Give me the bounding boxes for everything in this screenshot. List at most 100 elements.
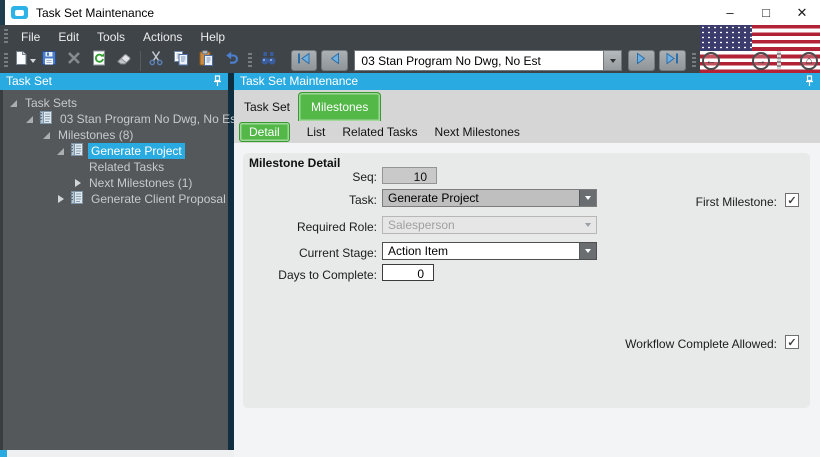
flag-canton (700, 25, 752, 51)
left-panel-title: Task Set (6, 74, 53, 88)
next-record-button[interactable] (628, 50, 655, 71)
right-panel-header: Task Set Maintenance (234, 73, 820, 90)
chevron-down-icon (585, 196, 591, 200)
flag-grip (777, 51, 781, 69)
app-icon (11, 6, 28, 19)
subtab-next-milestones[interactable]: Next Milestones (435, 125, 520, 139)
seq-field[interactable]: 10 (382, 167, 437, 184)
toolbar-grip-3[interactable] (691, 52, 696, 69)
home-button[interactable]: ⌂ (800, 52, 818, 70)
resize-corner-accent (0, 450, 7, 457)
tab-milestones[interactable]: Milestones (298, 92, 382, 121)
last-record-button[interactable] (658, 50, 686, 71)
days-to-complete-field[interactable]: 0 (382, 264, 434, 281)
first-milestone-checkbox[interactable] (785, 193, 799, 207)
record-selector-dropdown-button[interactable] (603, 51, 621, 70)
current-stage-label: Current Stage: (298, 246, 377, 260)
menu-edit[interactable]: Edit (49, 27, 88, 47)
tree-item-related-tasks[interactable]: Related Tasks (3, 159, 228, 175)
workflow-complete-allowed-checkbox[interactable] (785, 335, 799, 349)
menu-tools[interactable]: Tools (88, 27, 134, 47)
menu-bar: File Edit Tools Actions Help (0, 25, 700, 48)
maximize-button[interactable]: □ (748, 0, 784, 25)
required-role-value: Salesperson (388, 218, 455, 232)
left-panel-header: Task Set (0, 73, 228, 90)
record-selector-combobox[interactable]: 03 Stan Program No Dwg, No Est (354, 50, 622, 71)
expander-icon[interactable] (72, 179, 83, 187)
binoculars-icon (260, 50, 277, 71)
expander-icon[interactable] (8, 99, 19, 107)
menu-actions[interactable]: Actions (134, 27, 191, 47)
task-combobox[interactable]: Generate Project (382, 189, 597, 207)
minimize-button[interactable]: – (712, 0, 748, 25)
copy-button[interactable] (169, 50, 194, 72)
cut-button[interactable] (144, 50, 169, 72)
find-button[interactable] (256, 50, 281, 72)
record-selector-value: 03 Stan Program No Dwg, No Est (361, 53, 541, 68)
previous-record-button[interactable] (321, 50, 349, 71)
first-milestone-label: First Milestone: (695, 195, 777, 209)
undo-button[interactable] (219, 50, 244, 72)
copy-icon (173, 50, 189, 71)
required-role-dropdown-button (579, 217, 596, 233)
expander-icon[interactable] (55, 147, 66, 155)
menu-grip[interactable] (4, 28, 8, 45)
first-record-icon (296, 52, 311, 70)
window-bottom-strip (0, 450, 234, 457)
expander-icon[interactable] (55, 195, 66, 203)
app-window: Task Set Maintenance – □ ✕ File Edit Too… (0, 0, 820, 457)
subtab-related-tasks[interactable]: Related Tasks (342, 125, 417, 139)
tab-strip: Task Set Milestones Detail List Related … (234, 90, 820, 143)
tab-task-set[interactable]: Task Set (244, 100, 290, 114)
subtab-list[interactable]: List (307, 125, 326, 139)
delete-button[interactable] (62, 50, 87, 72)
expander-icon[interactable] (41, 131, 52, 139)
toolbar-grip-2[interactable] (247, 52, 252, 69)
title-bar: Task Set Maintenance – □ ✕ (0, 0, 820, 25)
subtab-strip: Detail List Related Tasks Next Milestone… (234, 121, 820, 143)
task-dropdown-button[interactable] (579, 190, 596, 206)
window-title: Task Set Maintenance (36, 5, 155, 20)
tree-item-milestones[interactable]: Milestones (8) (3, 127, 228, 143)
tree-item-next-milestones[interactable]: Next Milestones (1) (3, 175, 228, 191)
first-record-button[interactable] (290, 50, 318, 71)
forward-button[interactable]: → (752, 52, 770, 70)
menu-file[interactable]: File (12, 27, 49, 47)
save-icon (41, 50, 57, 71)
toolbar-separator (139, 50, 141, 71)
new-dropdown-caret-icon (29, 58, 36, 63)
expander-icon[interactable] (24, 115, 35, 123)
refresh-icon (91, 50, 107, 71)
menu-help[interactable]: Help (191, 27, 234, 47)
tree-item-program[interactable]: 03 Stan Program No Dwg, No Est (3, 111, 239, 127)
current-stage-dropdown-button[interactable] (579, 243, 596, 259)
workflow-complete-allowed-label: Workflow Complete Allowed: (625, 337, 777, 351)
erase-button[interactable] (112, 50, 137, 72)
task-value: Generate Project (388, 191, 479, 205)
close-button[interactable]: ✕ (784, 0, 820, 25)
chevron-down-icon (609, 58, 616, 63)
subtab-detail[interactable]: Detail (239, 122, 290, 142)
new-button[interactable] (12, 50, 37, 72)
home-icon: ⌂ (805, 54, 813, 67)
group-title: Milestone Detail (249, 156, 341, 170)
new-document-icon (13, 50, 29, 71)
usa-flag: ← → ⌂ (700, 25, 820, 73)
seq-label: Seq: (352, 170, 377, 184)
paste-button[interactable] (194, 50, 219, 72)
task-set-icon (38, 111, 52, 127)
milestone-icon (69, 143, 83, 159)
tree-item-generate-project[interactable]: Generate Project (3, 143, 228, 159)
toolbar: 03 Stan Program No Dwg, No Est (0, 48, 700, 73)
save-button[interactable] (37, 50, 62, 72)
tree-item-task-sets[interactable]: Task Sets (3, 95, 228, 111)
refresh-button[interactable] (87, 50, 112, 72)
tree-item-generate-client-proposal[interactable]: Generate Client Proposal (3, 191, 228, 207)
required-role-label: Required Role: (296, 220, 377, 234)
current-stage-combobox[interactable]: Action Item (382, 242, 597, 260)
detail-content: Milestone Detail Seq: 10 Task: Generate … (234, 143, 820, 457)
back-button[interactable]: ← (702, 52, 720, 70)
toolbar-grip[interactable] (4, 52, 8, 69)
eraser-icon (116, 50, 132, 71)
task-label: Task: (348, 193, 377, 207)
